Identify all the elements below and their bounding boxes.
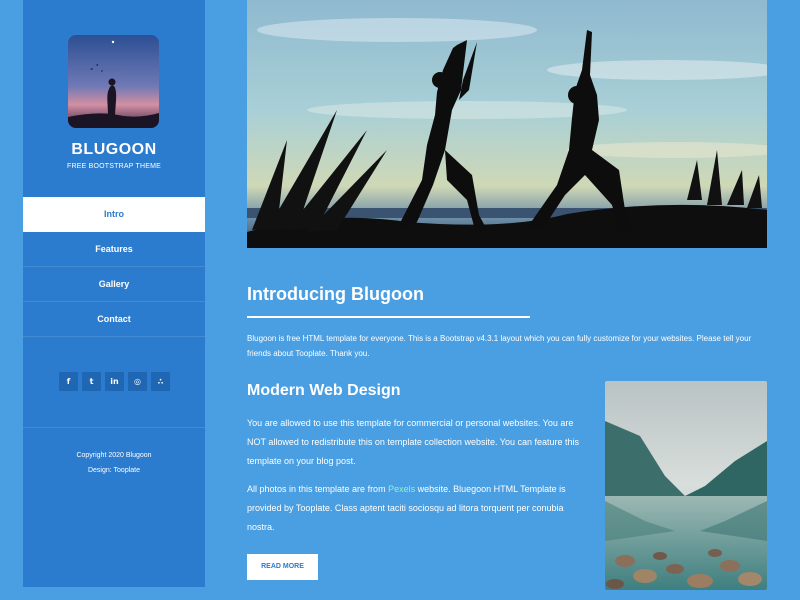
nav-item-contact[interactable]: Contact [23, 302, 205, 337]
nav-item-intro[interactable]: Intro [23, 197, 205, 232]
rss-icon[interactable]: ∴ [151, 372, 170, 391]
sidebar-divider [23, 427, 205, 428]
nav-item-features[interactable]: Features [23, 232, 205, 267]
para2-text-before: All photos in this template are from [247, 484, 389, 494]
sidebar: BLUGOON FREE BOOTSTRAP THEME Intro Featu… [23, 0, 205, 587]
design-credit: Design: Tooplate [87, 467, 141, 474]
facebook-icon[interactable]: f [59, 372, 78, 391]
read-more-button[interactable]: READ MORE [247, 554, 318, 580]
lake-image [605, 381, 767, 590]
intro-title: Introducing Blugoon [247, 284, 424, 304]
section-paragraph-2: All photos in this template are from Pex… [247, 480, 592, 537]
dribbble-icon[interactable]: ◎ [128, 372, 147, 391]
twitter-icon[interactable]: t [82, 372, 101, 391]
social-links: f t in ◎ ∴ [59, 372, 170, 391]
section-paragraph-1: You are allowed to use this template for… [247, 418, 580, 466]
title-underline [247, 316, 530, 318]
brand-tagline: FREE BOOTSTRAP THEME [67, 163, 161, 170]
copyright-block: Copyright 2020 Blugoon Design: Tooplate [23, 448, 205, 478]
main-nav: Intro Features Gallery Contact [23, 197, 205, 337]
linkedin-icon[interactable]: in [105, 372, 124, 391]
section-title: Modern Web Design [247, 382, 401, 399]
copyright-text: Copyright 2020 Blugoon [76, 452, 152, 459]
pexels-link[interactable]: Pexels [388, 484, 415, 494]
logo-image[interactable] [68, 35, 159, 128]
hero-image [247, 0, 767, 248]
intro-text: Blugoon is free HTML template for everyo… [247, 334, 752, 358]
brand-name: BLUGOON [71, 141, 157, 158]
nav-item-gallery[interactable]: Gallery [23, 267, 205, 302]
